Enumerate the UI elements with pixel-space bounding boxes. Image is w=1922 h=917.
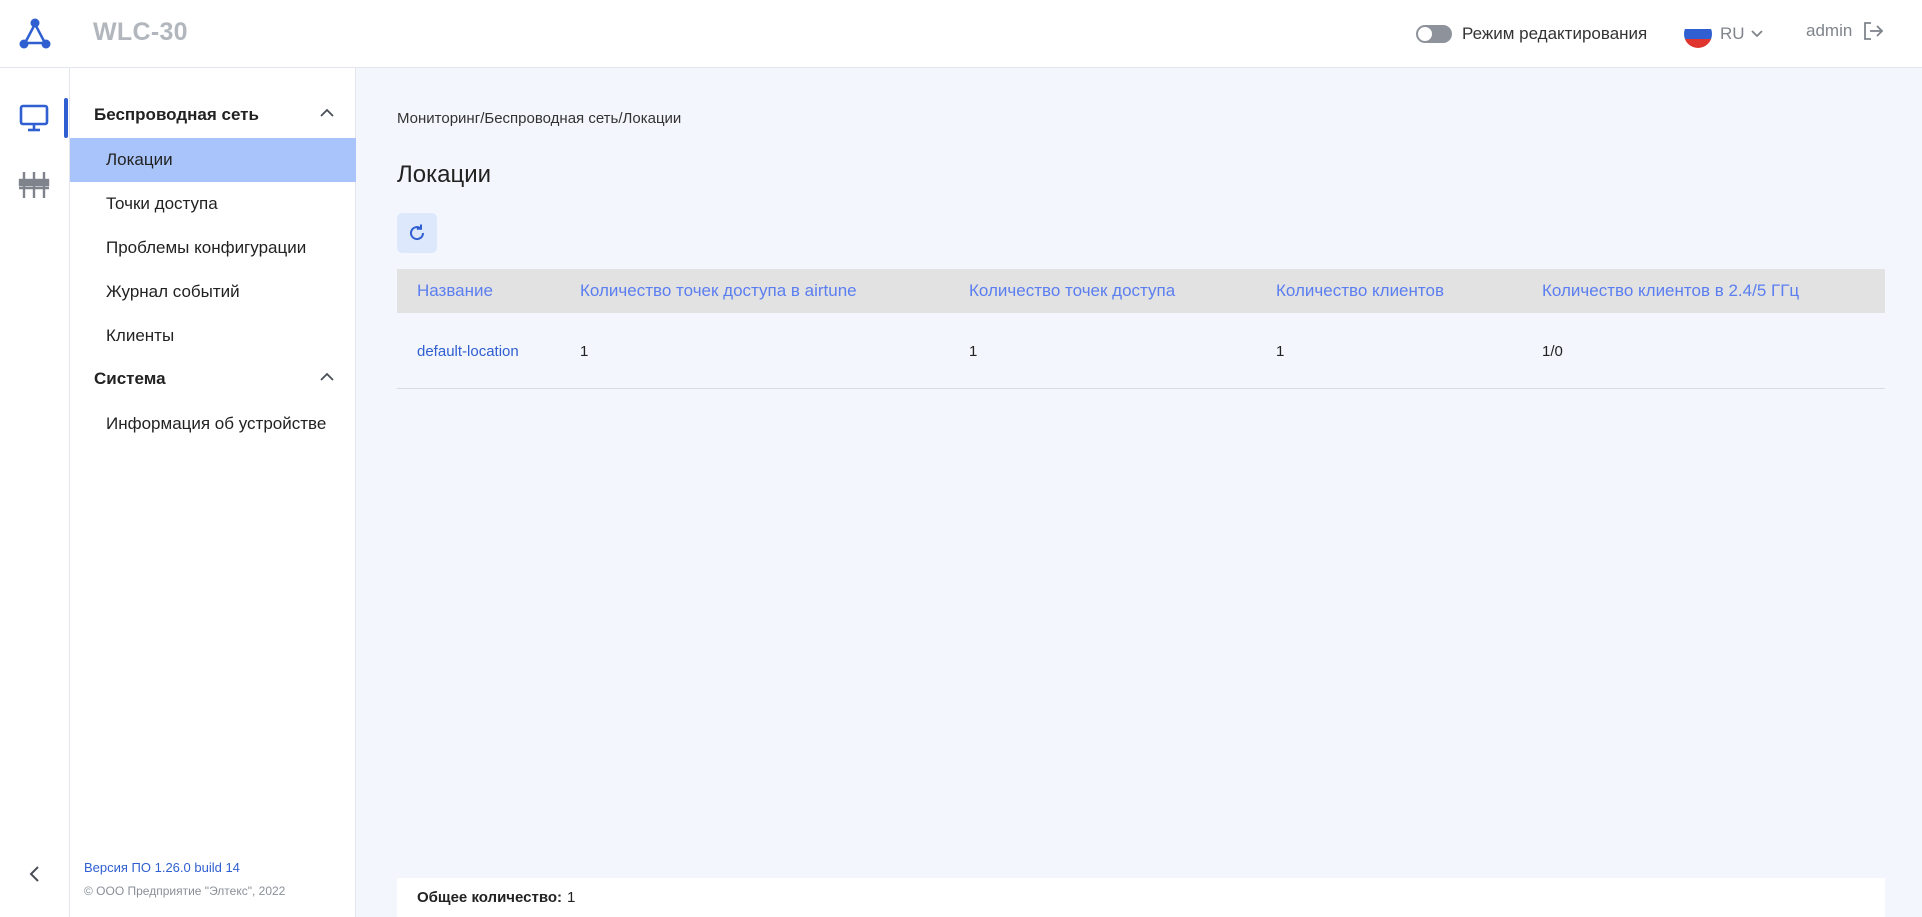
sidebar-item-clients[interactable]: Клиенты: [70, 314, 356, 358]
table-cell: 1: [580, 342, 589, 360]
edit-mode-toggle[interactable]: Режим редактирования: [1416, 22, 1647, 46]
language-selector[interactable]: RU: [1684, 20, 1763, 48]
table-cell: 1: [1276, 342, 1285, 360]
language-label: RU: [1720, 24, 1745, 43]
sliders-icon: [18, 172, 50, 198]
sidebar-item-device-info[interactable]: Информация об устройстве: [70, 402, 356, 446]
toggle-switch[interactable]: [1416, 25, 1452, 43]
rail-active-indicator: [64, 98, 68, 138]
sidebar-item-label: Точки доступа: [106, 194, 218, 213]
table-row: default-location 1 1 1 1/0: [397, 313, 1885, 389]
sidebar-item-label: Журнал событий: [106, 282, 240, 301]
sidebar-item-event-log[interactable]: Журнал событий: [70, 270, 356, 314]
chevron-left-icon: [29, 866, 39, 882]
refresh-button[interactable]: [397, 213, 437, 253]
firmware-version[interactable]: Версия ПО 1.26.0 build 14: [84, 860, 240, 875]
sidebar-group-system[interactable]: Система: [70, 359, 356, 399]
table-cell: 1/0: [1542, 342, 1563, 360]
sidebar-group-wireless[interactable]: Беспроводная сеть: [70, 95, 356, 135]
chevron-up-icon: [320, 372, 334, 381]
sidebar-item-label: Проблемы конфигурации: [106, 238, 307, 257]
total-count-label: Общее количество:: [417, 889, 563, 906]
chevron-up-icon: [320, 108, 334, 117]
monitor-icon: [19, 104, 49, 132]
column-header-name[interactable]: Название: [417, 269, 493, 313]
chevron-down-icon: [1750, 30, 1763, 38]
page-title: Локации: [397, 161, 492, 188]
column-header-client-count[interactable]: Количество клиентов: [1276, 269, 1444, 313]
location-name-link[interactable]: default-location: [417, 313, 519, 389]
column-header-ap-count[interactable]: Количество точек доступа: [969, 269, 1175, 313]
table-footer: Общее количество: 1: [397, 878, 1885, 917]
sidebar-group-label: Система: [94, 369, 166, 388]
locations-table: Название Количество точек доступа в airt…: [397, 269, 1885, 389]
sidebar-item-label: Клиенты: [106, 326, 175, 345]
top-header: WLC-30 Режим редактирования RU admin: [0, 0, 1922, 68]
sidebar-item-access-points[interactable]: Точки доступа: [70, 182, 356, 226]
breadcrumb: Мониторинг/Беспроводная сеть/Локации: [397, 110, 682, 127]
column-header-airtune-ap-count[interactable]: Количество точек доступа в airtune: [580, 269, 857, 313]
monitoring-rail-button[interactable]: [14, 98, 54, 138]
user-menu[interactable]: admin: [1806, 20, 1884, 42]
sidebar-item-label: Информация об устройстве: [106, 414, 327, 433]
username: admin: [1806, 21, 1853, 40]
icon-rail: [0, 68, 70, 917]
app-title: WLC-30: [93, 18, 188, 46]
settings-rail-button[interactable]: [14, 165, 54, 205]
eltex-logo-icon[interactable]: [18, 17, 52, 51]
edit-mode-label: Режим редактирования: [1462, 24, 1648, 43]
sidebar-item-config-problems[interactable]: Проблемы конфигурации: [70, 226, 356, 270]
column-header-band-client-count[interactable]: Количество клиентов в 2.4/5 ГГц: [1542, 269, 1799, 313]
table-header: Название Количество точек доступа в airt…: [397, 269, 1885, 313]
sidebar-item-label: Локации: [106, 150, 173, 169]
refresh-icon: [410, 224, 425, 241]
copyright: © ООО Предприятие "Элтекс", 2022: [84, 884, 286, 898]
sidebar: Беспроводная сеть Локации Точки доступа …: [70, 68, 356, 917]
table-cell: 1: [969, 342, 978, 360]
logout-icon[interactable]: [1862, 20, 1884, 42]
collapse-sidebar-button[interactable]: [20, 860, 48, 888]
sidebar-item-locations[interactable]: Локации: [70, 138, 356, 182]
total-count-value: 1: [567, 889, 576, 906]
sidebar-group-label: Беспроводная сеть: [94, 105, 259, 124]
russia-flag-icon: [1684, 20, 1712, 48]
